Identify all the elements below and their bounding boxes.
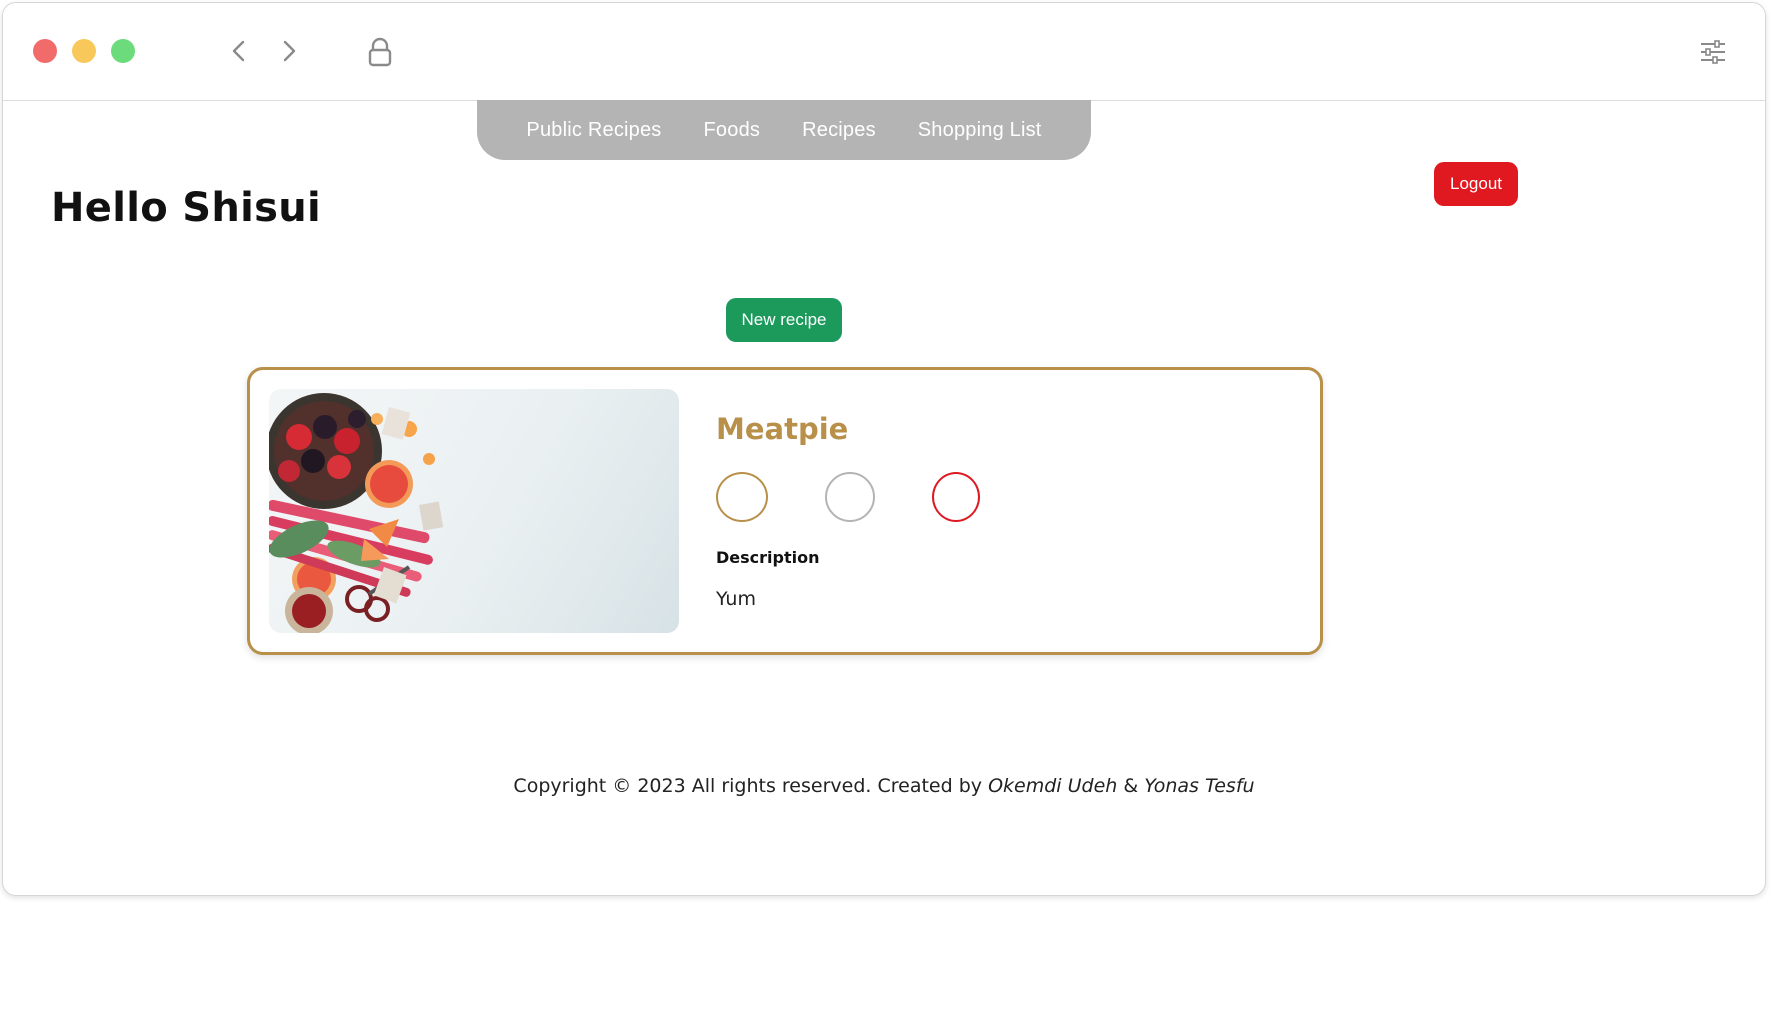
new-recipe-button[interactable]: New recipe bbox=[726, 298, 842, 342]
footer-copyright: Copyright © 2023 All rights reserved. Cr… bbox=[513, 775, 983, 797]
chevron-left-icon[interactable] bbox=[223, 35, 255, 67]
nav-recipes[interactable]: Recipes bbox=[802, 119, 876, 142]
nav-foods[interactable]: Foods bbox=[704, 119, 761, 142]
chevron-right-icon[interactable] bbox=[273, 35, 305, 67]
nav-shopping-list[interactable]: Shopping List bbox=[918, 119, 1042, 142]
sliders-icon[interactable] bbox=[1699, 39, 1727, 65]
description-label: Description bbox=[716, 548, 820, 567]
nav-public-recipes[interactable]: Public Recipes bbox=[526, 119, 661, 142]
lock-icon bbox=[368, 37, 392, 67]
top-navigation: Public Recipes Foods Recipes Shopping Li… bbox=[477, 100, 1091, 160]
recipe-card[interactable]: Meatpie Description Yum bbox=[247, 367, 1323, 655]
description-text: Yum bbox=[716, 588, 756, 610]
greeting-heading: Hello Shisui bbox=[51, 185, 322, 231]
recipe-image bbox=[269, 389, 679, 633]
maximize-window-button[interactable] bbox=[111, 39, 135, 63]
minimize-window-button[interactable] bbox=[72, 39, 96, 63]
footer-separator: & bbox=[1123, 775, 1139, 797]
logout-button[interactable]: Logout bbox=[1434, 162, 1518, 206]
title-bar bbox=[3, 3, 1765, 101]
browser-window: Public Recipes Foods Recipes Shopping Li… bbox=[2, 2, 1766, 896]
recipe-action-circle-gold[interactable] bbox=[716, 472, 768, 522]
fruit-photo-illustration bbox=[269, 393, 444, 633]
close-window-button[interactable] bbox=[33, 39, 57, 63]
recipe-action-circle-red[interactable] bbox=[932, 472, 980, 522]
footer-author-2: Yonas Tesfu bbox=[1144, 775, 1255, 797]
footer-author-1: Okemdi Udeh bbox=[988, 775, 1118, 797]
recipe-action-circle-gray[interactable] bbox=[825, 472, 875, 522]
recipe-title[interactable]: Meatpie bbox=[716, 412, 848, 446]
footer: Copyright © 2023 All rights reserved. Cr… bbox=[3, 775, 1765, 797]
